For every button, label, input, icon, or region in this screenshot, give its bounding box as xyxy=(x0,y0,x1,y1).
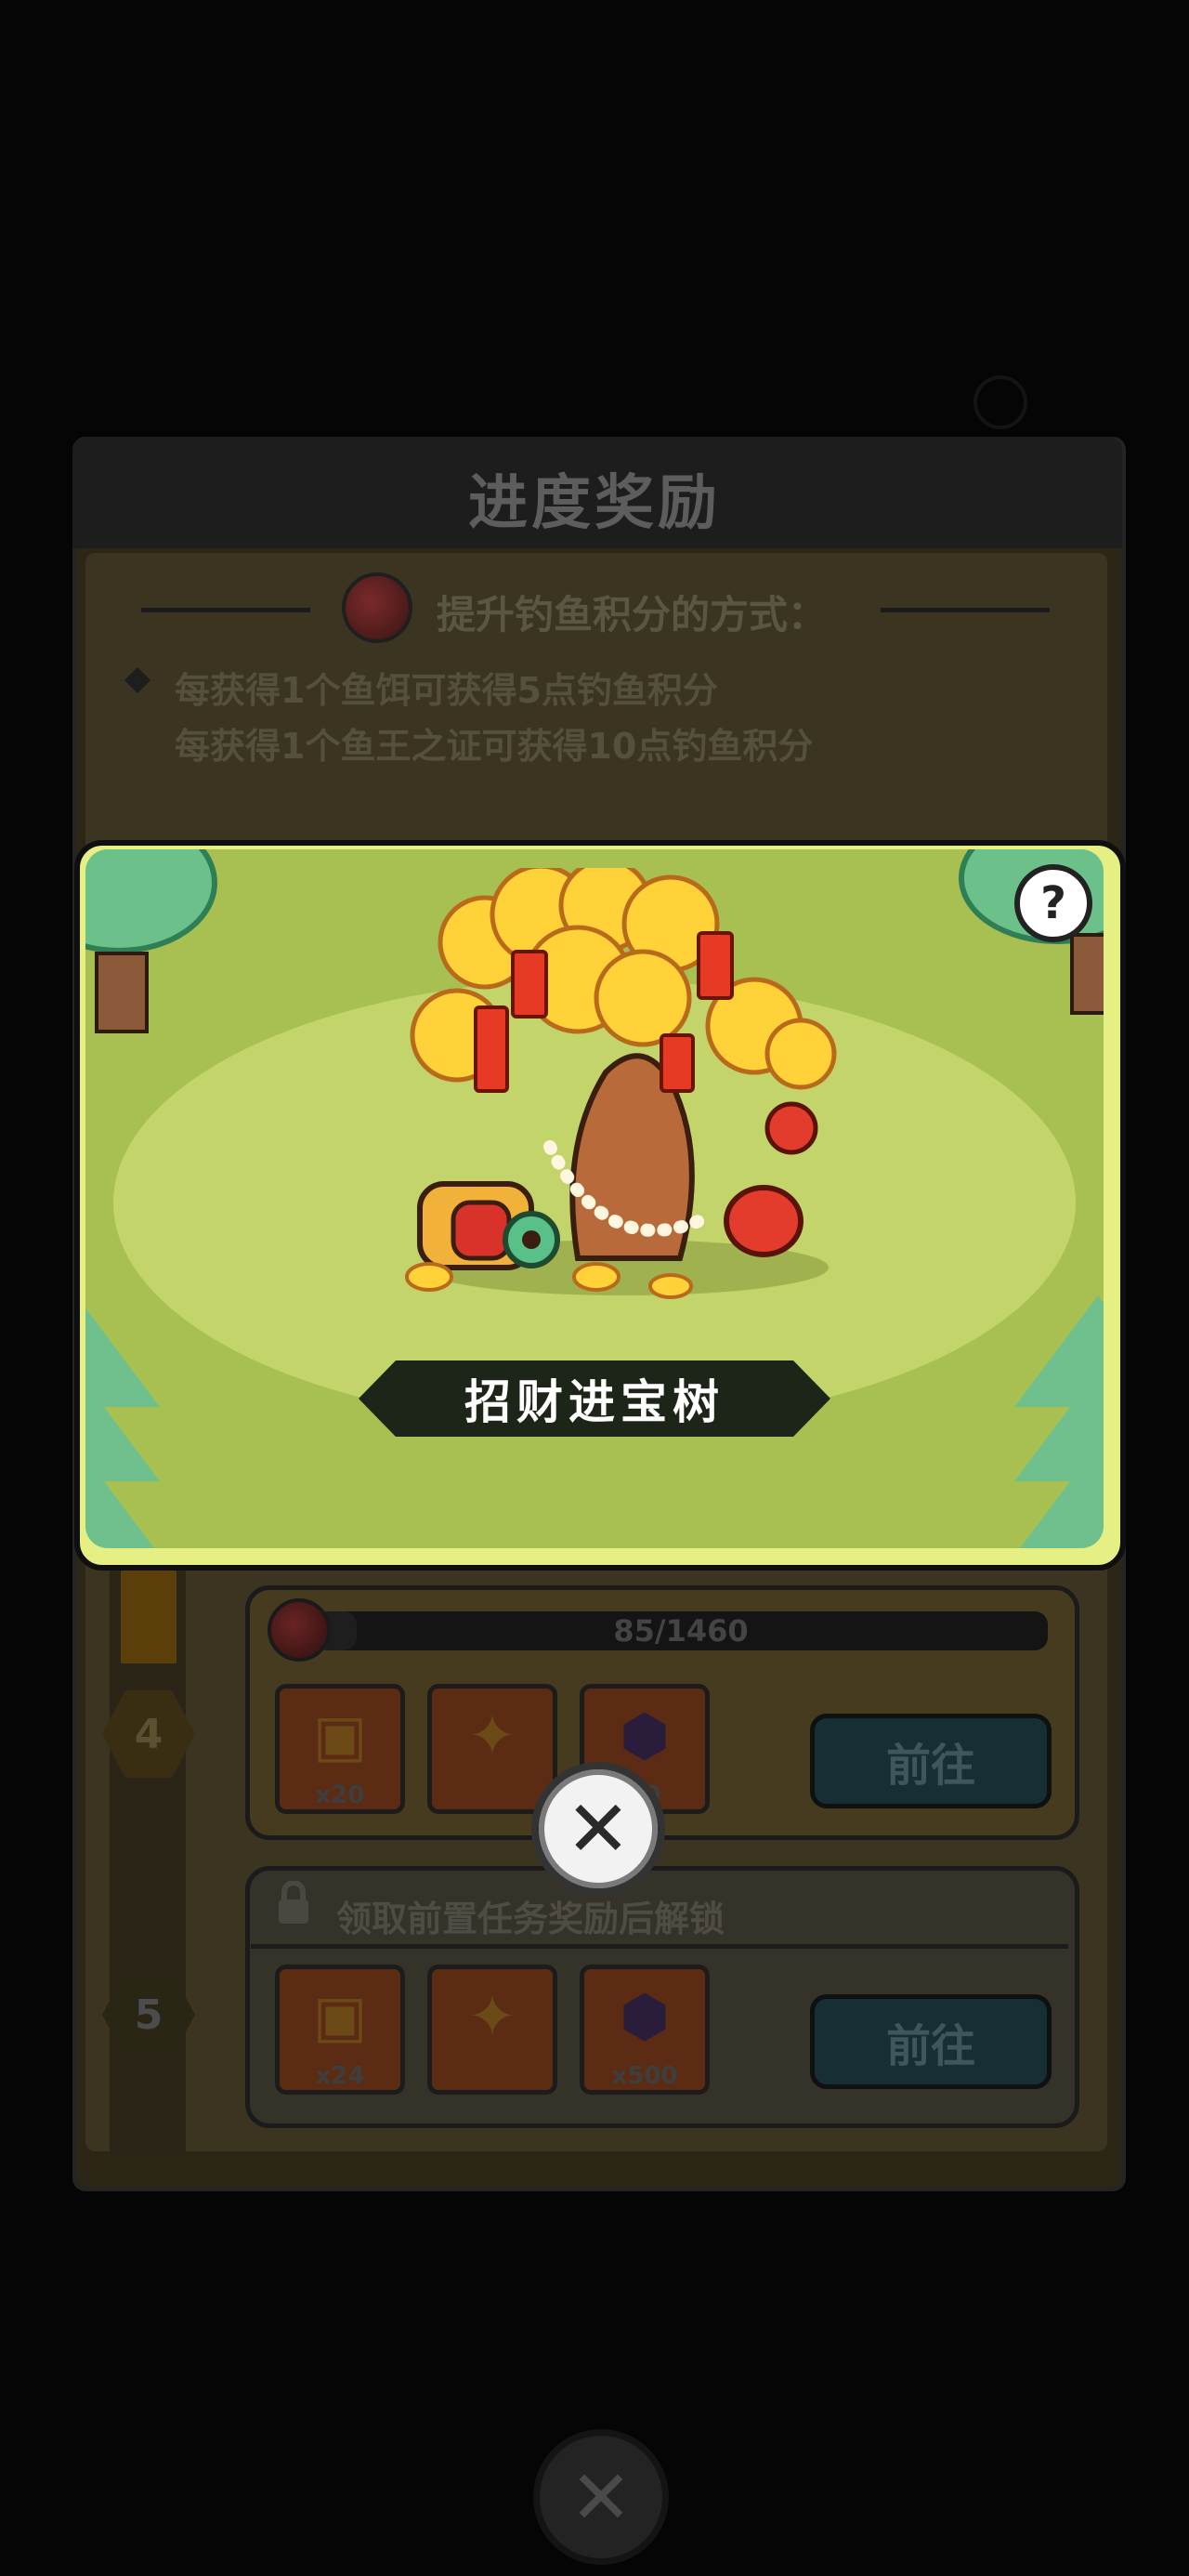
settings-ghost-icon xyxy=(973,375,1027,429)
gold-ingot-icon: ✦ xyxy=(468,1982,516,2050)
reward-item[interactable]: ⬢ x500 xyxy=(580,1965,710,2095)
rule-text: 每获得1个鱼王之证可获得10点钓鱼积分 xyxy=(175,726,814,767)
tree-name-banner: 招财进宝树 xyxy=(359,1360,830,1437)
treasure-chest-icon: ▣ xyxy=(312,1702,368,1769)
reward-count: x20 xyxy=(315,1781,365,1809)
go-button[interactable]: 前往 xyxy=(810,1714,1052,1808)
purple-gem-icon: ⬢ xyxy=(619,1982,671,2050)
close-button[interactable]: ✕ xyxy=(531,1762,665,1896)
reward-count: x500 xyxy=(611,2062,678,2090)
fishing-bobber-icon xyxy=(268,1598,331,1662)
progress-track-fill xyxy=(121,1561,176,1663)
task-progress-text: 85/1460 xyxy=(613,1613,749,1649)
pine-tree-decoration xyxy=(1014,1444,1104,1548)
reward-item[interactable]: ▣ x24 xyxy=(275,1965,405,2095)
tree-trunk xyxy=(1070,933,1104,1015)
reward-item[interactable]: ✦ xyxy=(427,1965,557,2095)
treasure-chest-icon: ▣ xyxy=(312,1982,368,2050)
lock-divider xyxy=(251,1944,1068,1949)
money-tree-icon xyxy=(405,868,837,1299)
gold-ingot-icon: ✦ xyxy=(468,1702,516,1769)
score-methods-heading: 提升钓鱼积分的方式： xyxy=(437,592,828,637)
divider-right xyxy=(881,608,1050,612)
rule-text: 每获得1个鱼饵可获得5点钓鱼积分 xyxy=(175,670,718,711)
divider-left xyxy=(141,608,310,612)
reward-item[interactable]: ✦ xyxy=(427,1684,557,1814)
lock-hint-text: 领取前置任务奖励后解锁 xyxy=(336,1899,725,1939)
tree-trunk xyxy=(95,952,149,1033)
purple-gem-icon: ⬢ xyxy=(619,1702,671,1769)
reward-item[interactable]: ▣ x20 xyxy=(275,1684,405,1814)
lock-icon xyxy=(279,1881,308,1924)
help-button[interactable]: ? xyxy=(1014,864,1092,942)
pine-tree-decoration xyxy=(85,1444,160,1548)
money-tree-scene xyxy=(85,849,1104,1548)
panel-title: 进度奖励 xyxy=(468,469,721,538)
go-button[interactable]: 前往 xyxy=(810,1994,1052,2089)
background-close-icon: ✕ xyxy=(533,2429,669,2565)
bush-decoration xyxy=(85,849,217,953)
reward-count: x24 xyxy=(315,2062,365,2090)
fishing-bobber-icon xyxy=(342,572,412,643)
